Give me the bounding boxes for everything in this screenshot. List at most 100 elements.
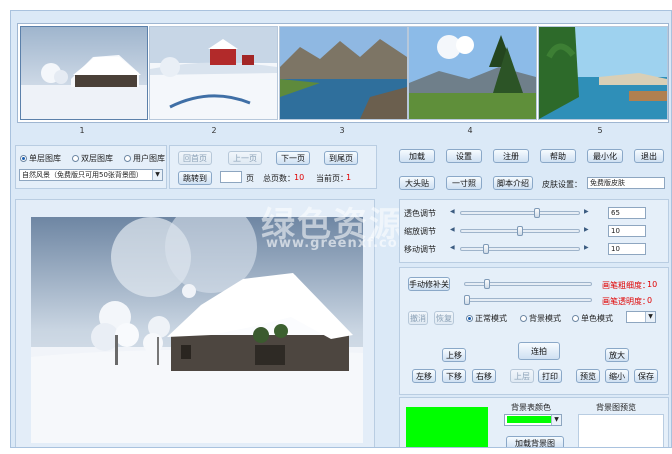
radio-label: 用户图库 [133, 154, 165, 163]
thumbnail-4[interactable] [408, 26, 537, 120]
load-background-button[interactable]: 加载背景图 [506, 436, 564, 447]
thumbnail-2[interactable] [149, 26, 278, 120]
brush-alpha-slider-knob[interactable] [464, 295, 470, 305]
brush-alpha-label: 画笔透明度： [602, 297, 650, 306]
thumbnail-number: 4 [467, 126, 473, 135]
manual-patch-button[interactable]: 手动修补关 [408, 277, 450, 291]
transparency-slider[interactable] [460, 211, 580, 215]
help-button[interactable]: 帮助 [540, 149, 576, 163]
thumbnail-number: 2 [211, 126, 217, 135]
brush-size-slider-knob[interactable] [484, 279, 490, 289]
skin-select[interactable]: 免费版皮肤 [587, 177, 665, 189]
one-inch-photo-button[interactable]: 一寸照 [446, 176, 482, 190]
slider-left-arrow-icon[interactable]: ◀ [450, 226, 455, 233]
move-slider-knob[interactable] [483, 244, 489, 254]
preview-button[interactable]: 预览 [576, 369, 600, 383]
chevron-down-icon: ▼ [551, 415, 561, 425]
brush-size-label: 画笔粗细度： [602, 281, 650, 290]
thumbnail-5[interactable] [538, 26, 668, 120]
mode-mono-radio[interactable] [572, 315, 579, 322]
page-input[interactable] [220, 171, 242, 183]
first-page-button[interactable]: 回首页 [178, 151, 212, 165]
radio-label: 单层图库 [29, 154, 61, 163]
print-button[interactable]: 打印 [538, 369, 562, 383]
next-page-button[interactable]: 下一页 [276, 151, 310, 165]
skin-select-value: 免费版皮肤 [590, 179, 625, 187]
scale-slider-knob[interactable] [517, 226, 523, 236]
radio-user-library[interactable] [124, 155, 131, 162]
mode-label: 正常模式 [475, 314, 507, 323]
app-window: 1 2 3 4 5 单层图库 双层图库 用户图库 自然风景（免费版只可用50张背… [10, 10, 672, 448]
slider-right-arrow-icon[interactable]: ▶ [584, 244, 589, 251]
background-preview-label: 背景图预览 [596, 403, 636, 412]
slider-left-arrow-icon[interactable]: ◀ [450, 244, 455, 251]
background-color-select[interactable]: ▼ [504, 414, 562, 426]
edit-panel: 手动修补关 画笔粗细度： 10 画笔透明度： 0 撤消 恢复 正常模式 背景模式… [399, 267, 669, 395]
upper-layer-button[interactable]: 上层 [510, 369, 534, 383]
undo-button[interactable]: 撤消 [408, 311, 428, 325]
brush-size-value: 10 [647, 280, 658, 289]
watermark-url: www.greenxf.com [266, 236, 413, 251]
move-slider[interactable] [460, 247, 580, 251]
thumbnail-strip [17, 23, 669, 123]
zoom-in-button[interactable]: 放大 [605, 348, 629, 362]
thumbnail-3[interactable] [279, 26, 408, 120]
current-page-label: 当前页： [316, 174, 348, 183]
thumbnail-number: 3 [339, 126, 345, 135]
save-button[interactable]: 保存 [634, 369, 658, 383]
radio-label: 双层图库 [81, 154, 113, 163]
paging-panel: 回首页 上一页 下一页 到尾页 跳转到 页 总页数： 10 当前页： 1 [169, 145, 377, 189]
thumbnail-1[interactable] [20, 26, 148, 120]
slider-label: 缩放调节 [404, 227, 436, 236]
load-button[interactable]: 加载 [399, 149, 435, 163]
continuous-shoot-button[interactable]: 连拍 [518, 342, 560, 360]
exit-button[interactable]: 退出 [634, 149, 664, 163]
brush-color-select[interactable]: ▼ [626, 311, 656, 323]
move-left-button[interactable]: 左移 [412, 369, 436, 383]
transparency-slider-knob[interactable] [534, 208, 540, 218]
script-intro-button[interactable]: 脚本介绍 [493, 176, 533, 190]
minimize-button[interactable]: 最小化 [587, 149, 623, 163]
redo-button[interactable]: 恢复 [434, 311, 454, 325]
thumbnail-number: 1 [79, 126, 85, 135]
zoom-out-button[interactable]: 缩小 [605, 369, 629, 383]
skin-label: 皮肤设置： [542, 180, 582, 189]
prev-page-button[interactable]: 上一页 [228, 151, 262, 165]
page-unit: 页 [246, 174, 254, 183]
slider-left-arrow-icon[interactable]: ◀ [450, 208, 455, 215]
sticker-button[interactable]: 大头贴 [399, 176, 435, 190]
category-select[interactable]: 自然风景（免费版只可用50张背景图） ▼ [19, 169, 163, 181]
chevron-down-icon: ▼ [645, 312, 655, 322]
move-up-button[interactable]: 上移 [442, 348, 466, 362]
mode-label: 单色模式 [581, 314, 613, 323]
slider-label: 透色调节 [404, 209, 436, 218]
source-panel: 单层图库 双层图库 用户图库 自然风景（免费版只可用50张背景图） ▼ [15, 145, 167, 189]
mode-normal-radio[interactable] [466, 315, 473, 322]
move-value[interactable]: 10 [608, 243, 646, 255]
current-page-value: 1 [346, 173, 352, 182]
radio-double-library[interactable] [72, 155, 79, 162]
mode-background-radio[interactable] [520, 315, 527, 322]
move-down-button[interactable]: 下移 [442, 369, 466, 383]
background-panel: 背景表颜色 ▼ 加载背景图 背景图预览 [399, 397, 669, 447]
register-button[interactable]: 注册 [493, 149, 529, 163]
brush-alpha-value: 0 [647, 296, 653, 305]
jump-button[interactable]: 跳转到 [178, 171, 212, 185]
adjust-panel: 透色调节 ◀ ▶ 65 缩放调节 ◀ ▶ 10 移动调节 ◀ ▶ 10 [399, 199, 669, 263]
total-pages-label: 总页数： [263, 174, 295, 183]
total-pages-value: 10 [294, 173, 305, 182]
slider-label: 移动调节 [404, 245, 436, 254]
thumbnail-number: 5 [597, 126, 603, 135]
background-preview-box [578, 414, 664, 447]
last-page-button[interactable]: 到尾页 [324, 151, 358, 165]
chevron-down-icon: ▼ [152, 170, 162, 180]
scale-value[interactable]: 10 [608, 225, 646, 237]
settings-button[interactable]: 设置 [446, 149, 482, 163]
slider-right-arrow-icon[interactable]: ▶ [584, 208, 589, 215]
brush-alpha-slider[interactable] [464, 298, 592, 302]
radio-single-library[interactable] [20, 155, 27, 162]
background-color-chip [507, 416, 551, 423]
move-right-button[interactable]: 右移 [472, 369, 496, 383]
transparency-value[interactable]: 65 [608, 207, 646, 219]
slider-right-arrow-icon[interactable]: ▶ [584, 226, 589, 233]
